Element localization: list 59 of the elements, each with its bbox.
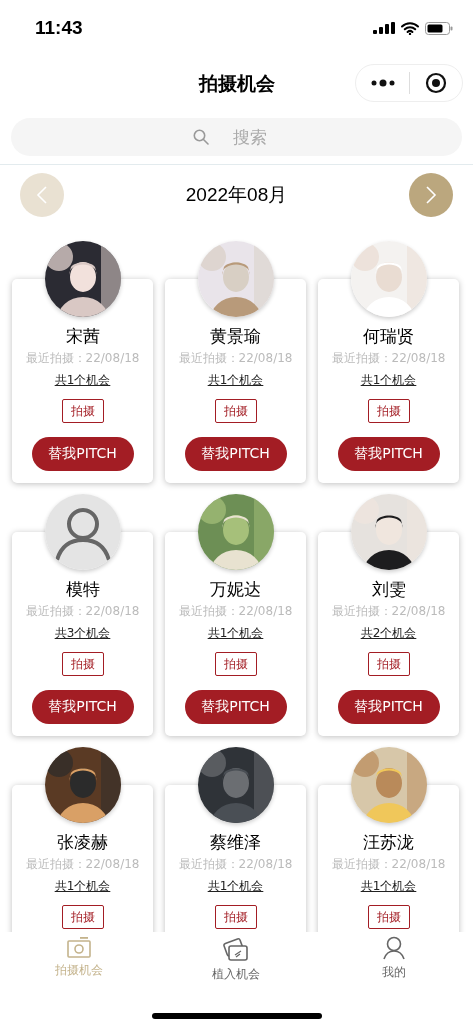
person-name: 宋茜: [65, 325, 100, 347]
person-name: 蔡维泽: [210, 831, 261, 853]
page-title: 拍摄机会: [198, 71, 275, 96]
tab-item[interactable]: 植入机会: [191, 936, 282, 983]
chevron-left-icon: [36, 185, 48, 205]
person-name: 汪苏泷: [363, 831, 414, 853]
opportunity-count-link[interactable]: 共1个机会: [207, 877, 264, 895]
pitch-button[interactable]: 替我PITCH: [337, 690, 440, 724]
shoot-tag: 拍摄: [61, 399, 104, 423]
shoot-tag: 拍摄: [367, 905, 410, 929]
last-shoot-date: 最近拍摄：22/08/18: [178, 856, 293, 873]
shoot-tag: 拍摄: [367, 399, 410, 423]
battery-icon: [425, 21, 453, 35]
shoot-tag: 拍摄: [61, 652, 104, 676]
chevron-right-icon: [425, 185, 437, 205]
pitch-button[interactable]: 替我PITCH: [337, 437, 440, 471]
default-avatar-icon: [44, 494, 121, 570]
pitch-button[interactable]: 替我PITCH: [184, 437, 287, 471]
more-icon[interactable]: [371, 79, 396, 87]
shoot-tag: 拍摄: [214, 652, 257, 676]
last-shoot-date: 最近拍摄：22/08/18: [25, 603, 140, 620]
cards-icon: [223, 936, 250, 962]
shoot-tag: 拍摄: [214, 399, 257, 423]
opportunity-count-link[interactable]: 共1个机会: [207, 624, 264, 642]
wifi-icon: [401, 21, 419, 35]
opportunity-count-link[interactable]: 共1个机会: [54, 877, 111, 895]
opportunity-count-link[interactable]: 共1个机会: [207, 371, 264, 389]
opportunity-count-link[interactable]: 共2个机会: [360, 624, 417, 642]
tab-item[interactable]: 我的: [349, 936, 440, 983]
pitch-button[interactable]: 替我PITCH: [31, 690, 134, 724]
person-name: 何瑞贤: [363, 325, 414, 347]
opportunity-count-link[interactable]: 共1个机会: [360, 371, 417, 389]
shoot-tag: 拍摄: [367, 652, 410, 676]
person-name: 黄景瑜: [210, 325, 261, 347]
person-name: 万妮达: [210, 578, 261, 600]
last-shoot-date: 最近拍摄：22/08/18: [331, 350, 446, 367]
shoot-tag: 拍摄: [61, 905, 104, 929]
person-name: 张凌赫: [57, 831, 108, 853]
month-label: 2022年08月: [185, 183, 288, 207]
last-shoot-date: 最近拍摄：22/08/18: [25, 350, 140, 367]
search-field[interactable]: 搜索: [11, 118, 462, 156]
person-name: 刘雯: [371, 578, 406, 600]
pitch-button[interactable]: 替我PITCH: [31, 437, 134, 471]
signal-icon: [373, 22, 395, 34]
pitch-button[interactable]: 替我PITCH: [184, 690, 287, 724]
last-shoot-date: 最近拍摄：22/08/18: [331, 603, 446, 620]
camera-icon: [66, 936, 91, 958]
search-icon: [192, 129, 209, 145]
person-name: 模特: [65, 578, 100, 600]
last-shoot-date: 最近拍摄：22/08/18: [331, 856, 446, 873]
shoot-tag: 拍摄: [214, 905, 257, 929]
status-time: 11:43: [35, 17, 83, 39]
opportunity-count-link[interactable]: 共1个机会: [360, 877, 417, 895]
last-shoot-date: 最近拍摄：22/08/18: [178, 603, 293, 620]
opportunity-count-link[interactable]: 共3个机会: [54, 624, 111, 642]
opportunity-count-link[interactable]: 共1个机会: [54, 371, 111, 389]
person-icon: [382, 936, 407, 960]
last-shoot-date: 最近拍摄：22/08/18: [25, 856, 140, 873]
last-shoot-date: 最近拍摄：22/08/18: [178, 350, 293, 367]
